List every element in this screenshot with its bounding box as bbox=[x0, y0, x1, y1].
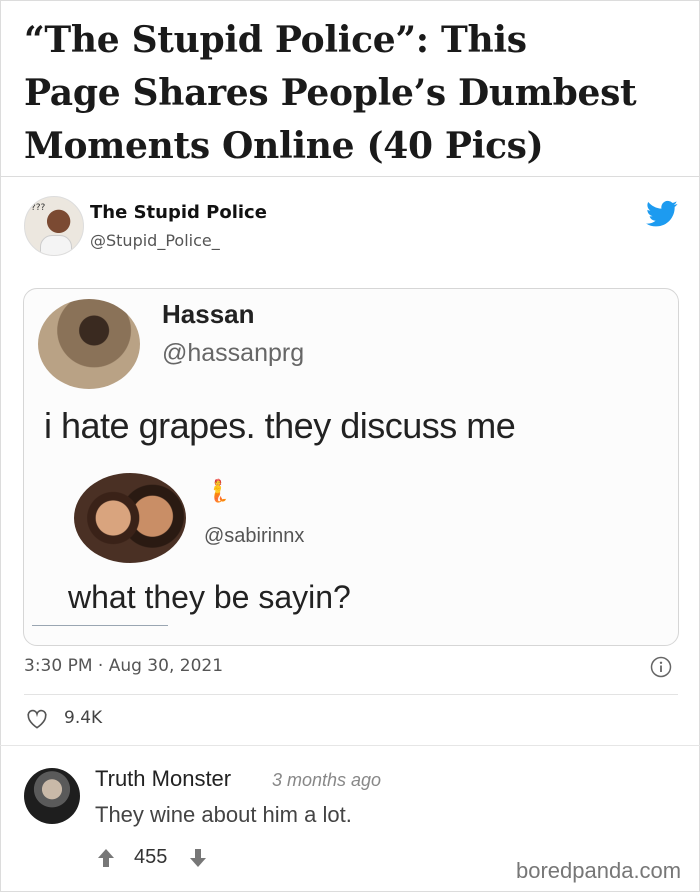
post-author-handle: @hassanprg bbox=[162, 339, 305, 367]
tweet-author-handle[interactable]: @Stupid_Police_ bbox=[90, 231, 220, 250]
article-title: “The Stupid Police”: This Page Shares Pe… bbox=[24, 14, 684, 173]
heart-icon[interactable] bbox=[26, 709, 48, 729]
title-line: Page Shares People’s Dumbest bbox=[24, 72, 637, 114]
post-author-name: Hassan bbox=[162, 299, 255, 329]
reply-author-handle: @sabirinnx bbox=[204, 525, 305, 547]
comment-text: They wine about him a lot. bbox=[95, 802, 352, 827]
info-icon[interactable] bbox=[650, 656, 672, 678]
title-line: “The Stupid Police”: This bbox=[24, 19, 527, 61]
tweet-media-screenshot[interactable]: Hassan @hassanprg i hate grapes. they di… bbox=[23, 288, 679, 646]
comment-time: 3 months ago bbox=[272, 770, 382, 790]
tweet-author-avatar[interactable]: ??? bbox=[24, 196, 84, 256]
post-text: i hate grapes. they discuss me bbox=[44, 405, 516, 446]
divider bbox=[0, 176, 700, 177]
avatar-shirt bbox=[40, 235, 72, 255]
commenter-avatar[interactable] bbox=[24, 768, 80, 824]
reply-underline bbox=[32, 625, 168, 626]
post-avatar bbox=[38, 299, 140, 389]
vote-count: 455 bbox=[134, 846, 168, 868]
like-count: 9.4K bbox=[64, 708, 103, 728]
commenter-name[interactable]: Truth Monster bbox=[95, 766, 231, 792]
divider bbox=[24, 694, 678, 695]
tweet-author-name[interactable]: The Stupid Police bbox=[90, 202, 267, 223]
mermaid-emoji-icon: 🧜 bbox=[204, 479, 232, 504]
twitter-bird-icon[interactable] bbox=[646, 200, 678, 228]
avatar-caption: ??? bbox=[31, 203, 46, 213]
reply-avatar bbox=[74, 473, 186, 563]
tweet-timestamp[interactable]: 3:30 PM · Aug 30, 2021 bbox=[24, 656, 223, 676]
downvote-arrow-icon[interactable] bbox=[189, 848, 207, 868]
upvote-arrow-icon[interactable] bbox=[97, 848, 115, 868]
site-watermark: boredpanda.com bbox=[516, 858, 682, 883]
divider bbox=[0, 745, 700, 746]
reply-text: what they be sayin? bbox=[68, 579, 351, 615]
title-line: Moments Online (40 Pics) bbox=[24, 125, 544, 167]
